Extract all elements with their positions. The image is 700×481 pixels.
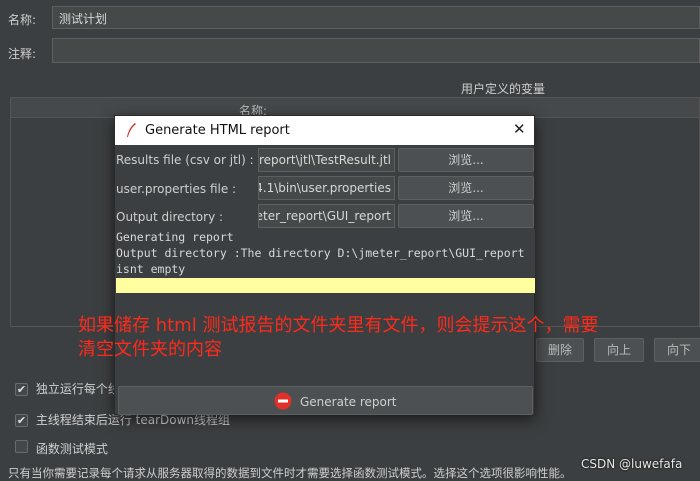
dialog-title-bar: Generate HTML report ✕ — [115, 116, 534, 145]
results-file-field[interactable]: D:\jmeter_report\jtl\TestResult.jtl — [258, 148, 395, 172]
log-output: Generating report Output directory :The … — [115, 229, 535, 277]
variables-title: 用户定义的变量 — [461, 82, 546, 96]
checkbox-teardown[interactable]: ✔ — [15, 414, 28, 427]
generate-report-label: Generate report — [300, 395, 397, 409]
log-line: isnt empty — [116, 262, 186, 276]
checkbox-label: 主线程结束后运行 tearDown线程组 — [35, 413, 231, 427]
close-icon[interactable]: ✕ — [513, 120, 526, 138]
down-button[interactable]: 向下 — [654, 338, 700, 362]
checkbox-functional[interactable] — [15, 440, 28, 453]
dialog-title: Generate HTML report — [145, 123, 290, 138]
generate-report-button[interactable]: Generate report — [118, 386, 533, 415]
browse-output-button[interactable]: 浏览... — [398, 204, 534, 228]
annotation-text: 如果储存 html 测试报告的文件夹里有文件，则会提示这个，需要清空文件夹的内容 — [78, 315, 599, 360]
comment-field[interactable] — [52, 38, 700, 63]
results-file-label: Results file (csv or jtl) : — [116, 153, 254, 167]
checkbox-independent[interactable]: ✔ — [15, 383, 28, 396]
generate-report-dialog: Generate HTML report ✕ Results file (csv… — [114, 115, 535, 415]
progress-bar — [116, 278, 535, 293]
log-line: Generating report — [116, 230, 234, 244]
credit-watermark: CSDN @luwefafa — [581, 457, 683, 471]
stop-icon — [274, 392, 292, 413]
feather-icon — [125, 122, 137, 142]
name-field[interactable]: 测试计划 — [52, 6, 700, 29]
comment-label: 注释: — [8, 47, 37, 61]
log-line: Output directory :The directory D:\jmete… — [116, 246, 525, 260]
browse-results-button[interactable]: 浏览... — [398, 148, 534, 172]
checkbox-label: 函数测试模式 — [35, 442, 108, 456]
output-directory-label: Output directory : — [116, 210, 224, 224]
checkbox-row-functional[interactable]: 函数测试模式 — [15, 440, 108, 457]
user-properties-field[interactable]: D:\apache-jmeter-5.4.1\bin\user.properti… — [258, 176, 395, 200]
user-properties-label: user.properties file : — [116, 182, 237, 196]
output-directory-field[interactable]: D:\jmeter_report\GUI_report — [258, 204, 395, 228]
name-label: 名称: — [8, 13, 37, 27]
footer-note: 只有当你需要记录每个请求从服务器取得的数据到文件时才需要选择函数测试模式。选择这… — [8, 466, 572, 480]
browse-properties-button[interactable]: 浏览... — [398, 176, 534, 200]
